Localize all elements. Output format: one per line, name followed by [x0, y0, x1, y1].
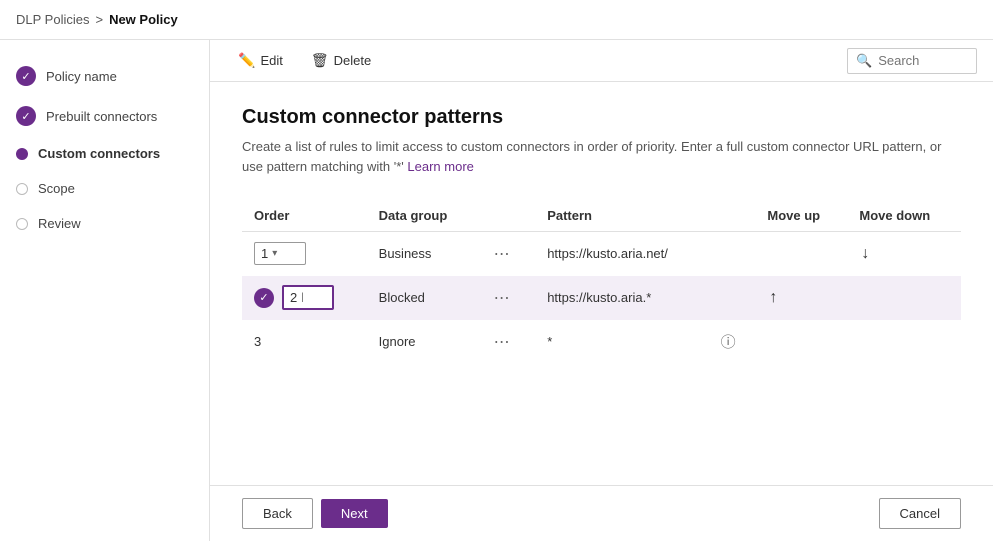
delete-icon: 🗑: [311, 52, 329, 69]
breadcrumb-separator: >: [95, 12, 103, 27]
edit-label: Edit: [260, 53, 282, 68]
breadcrumb: DLP Policies > New Policy: [16, 12, 178, 27]
sidebar-item-policy-name[interactable]: ✓ Policy name: [0, 56, 209, 96]
top-bar: DLP Policies > New Policy: [0, 0, 993, 40]
delete-button[interactable]: 🗑 Delete: [299, 46, 383, 75]
step-icon-prebuilt: ✓: [16, 106, 36, 126]
order-value-2: 2: [290, 290, 297, 305]
row2-check-icon: ✓: [254, 288, 274, 308]
col-header-dots: [478, 200, 536, 232]
step-icon-policy-name: ✓: [16, 66, 36, 86]
row1-context-menu-button[interactable]: ⋯: [490, 242, 514, 266]
row1-moveup: [755, 232, 847, 276]
sidebar: ✓ Policy name ✓ Prebuilt connectors Cust…: [0, 40, 210, 541]
cancel-button[interactable]: Cancel: [879, 498, 961, 529]
edit-button[interactable]: ✏️ Edit: [226, 46, 295, 75]
learn-more-link[interactable]: Learn more: [407, 159, 473, 174]
row2-datagroup: Blocked: [367, 276, 478, 320]
table-row: 3 Ignore ⋯ * ⓘ: [242, 320, 961, 364]
order-num-3: 3: [254, 334, 261, 349]
search-input[interactable]: [878, 53, 968, 68]
row3-context-menu-button[interactable]: ⋯: [490, 330, 514, 354]
col-header-info: [709, 200, 756, 232]
step-icon-custom: [16, 148, 28, 160]
row1-info: [709, 232, 756, 276]
row1-movedown[interactable]: ↓: [847, 232, 961, 276]
order-value-1: 1: [261, 246, 268, 261]
chevron-icon-1: ▾: [272, 248, 277, 259]
col-header-movedown: Move down: [847, 200, 961, 232]
toolbar: ✏️ Edit 🗑 Delete 🔍: [210, 40, 993, 82]
row3-moveup: [755, 320, 847, 364]
search-box[interactable]: 🔍: [847, 48, 977, 74]
col-header-order: Order: [242, 200, 367, 232]
sidebar-item-custom-connectors[interactable]: Custom connectors: [0, 136, 209, 171]
table-row: 1 ▾ Business ⋯ https://kusto.aria.net/: [242, 232, 961, 276]
order-select-1[interactable]: 1 ▾: [254, 242, 306, 265]
row3-datagroup: Ignore: [367, 320, 478, 364]
row3-order: 3: [242, 320, 367, 364]
row1-dots[interactable]: ⋯: [478, 232, 536, 276]
page-title: Custom connector patterns: [242, 106, 961, 129]
sidebar-label-policy-name: Policy name: [46, 69, 117, 84]
row2-context-menu-button[interactable]: ⋯: [490, 286, 514, 310]
page-description: Create a list of rules to limit access t…: [242, 137, 961, 176]
sidebar-item-review[interactable]: Review: [0, 206, 209, 241]
col-header-moveup: Move up: [755, 200, 847, 232]
breadcrumb-current: New Policy: [109, 12, 178, 27]
back-button[interactable]: Back: [242, 498, 313, 529]
step-icon-review: [16, 218, 28, 230]
next-button[interactable]: Next: [321, 499, 388, 528]
row2-info: [709, 276, 756, 320]
row2-move-up-button[interactable]: ↑: [767, 287, 779, 309]
row1-order: 1 ▾: [242, 232, 367, 276]
order-select-2[interactable]: 2 |: [282, 285, 334, 310]
footer: Back Next Cancel: [210, 485, 993, 541]
row3-info[interactable]: ⓘ: [709, 320, 756, 364]
row2-pattern: https://kusto.aria.*: [535, 276, 708, 320]
sidebar-label-scope: Scope: [38, 181, 75, 196]
sidebar-item-prebuilt-connectors[interactable]: ✓ Prebuilt connectors: [0, 96, 209, 136]
row1-move-down-button[interactable]: ↓: [859, 243, 871, 265]
table-row: ✓ 2 | Blocked ⋯ https://kusto.aria.*: [242, 276, 961, 320]
col-header-datagroup: Data group: [367, 200, 478, 232]
breadcrumb-parent[interactable]: DLP Policies: [16, 12, 89, 27]
sidebar-item-scope[interactable]: Scope: [0, 171, 209, 206]
row1-pattern: https://kusto.aria.net/: [535, 232, 708, 276]
row2-order: ✓ 2 |: [242, 276, 367, 320]
row3-pattern: *: [535, 320, 708, 364]
sidebar-label-prebuilt: Prebuilt connectors: [46, 109, 157, 124]
row2-movedown: [847, 276, 961, 320]
row1-datagroup: Business: [367, 232, 478, 276]
col-header-pattern: Pattern: [535, 200, 708, 232]
search-icon: 🔍: [856, 53, 872, 69]
page-content: Custom connector patterns Create a list …: [210, 82, 993, 485]
patterns-table: Order Data group Pattern Move up Move do…: [242, 200, 961, 364]
main-layout: ✓ Policy name ✓ Prebuilt connectors Cust…: [0, 40, 993, 541]
content-area: ✏️ Edit 🗑 Delete 🔍 Custom connector patt…: [210, 40, 993, 541]
edit-icon: ✏️: [238, 52, 255, 69]
row3-dots[interactable]: ⋯: [478, 320, 536, 364]
row2-moveup[interactable]: ↑: [755, 276, 847, 320]
row3-movedown: [847, 320, 961, 364]
sidebar-label-custom: Custom connectors: [38, 146, 160, 161]
step-icon-scope: [16, 183, 28, 195]
sidebar-label-review: Review: [38, 216, 81, 231]
delete-label: Delete: [334, 53, 372, 68]
info-icon-3[interactable]: ⓘ: [721, 334, 736, 351]
chevron-icon-2: |: [301, 292, 304, 303]
row2-dots[interactable]: ⋯: [478, 276, 536, 320]
